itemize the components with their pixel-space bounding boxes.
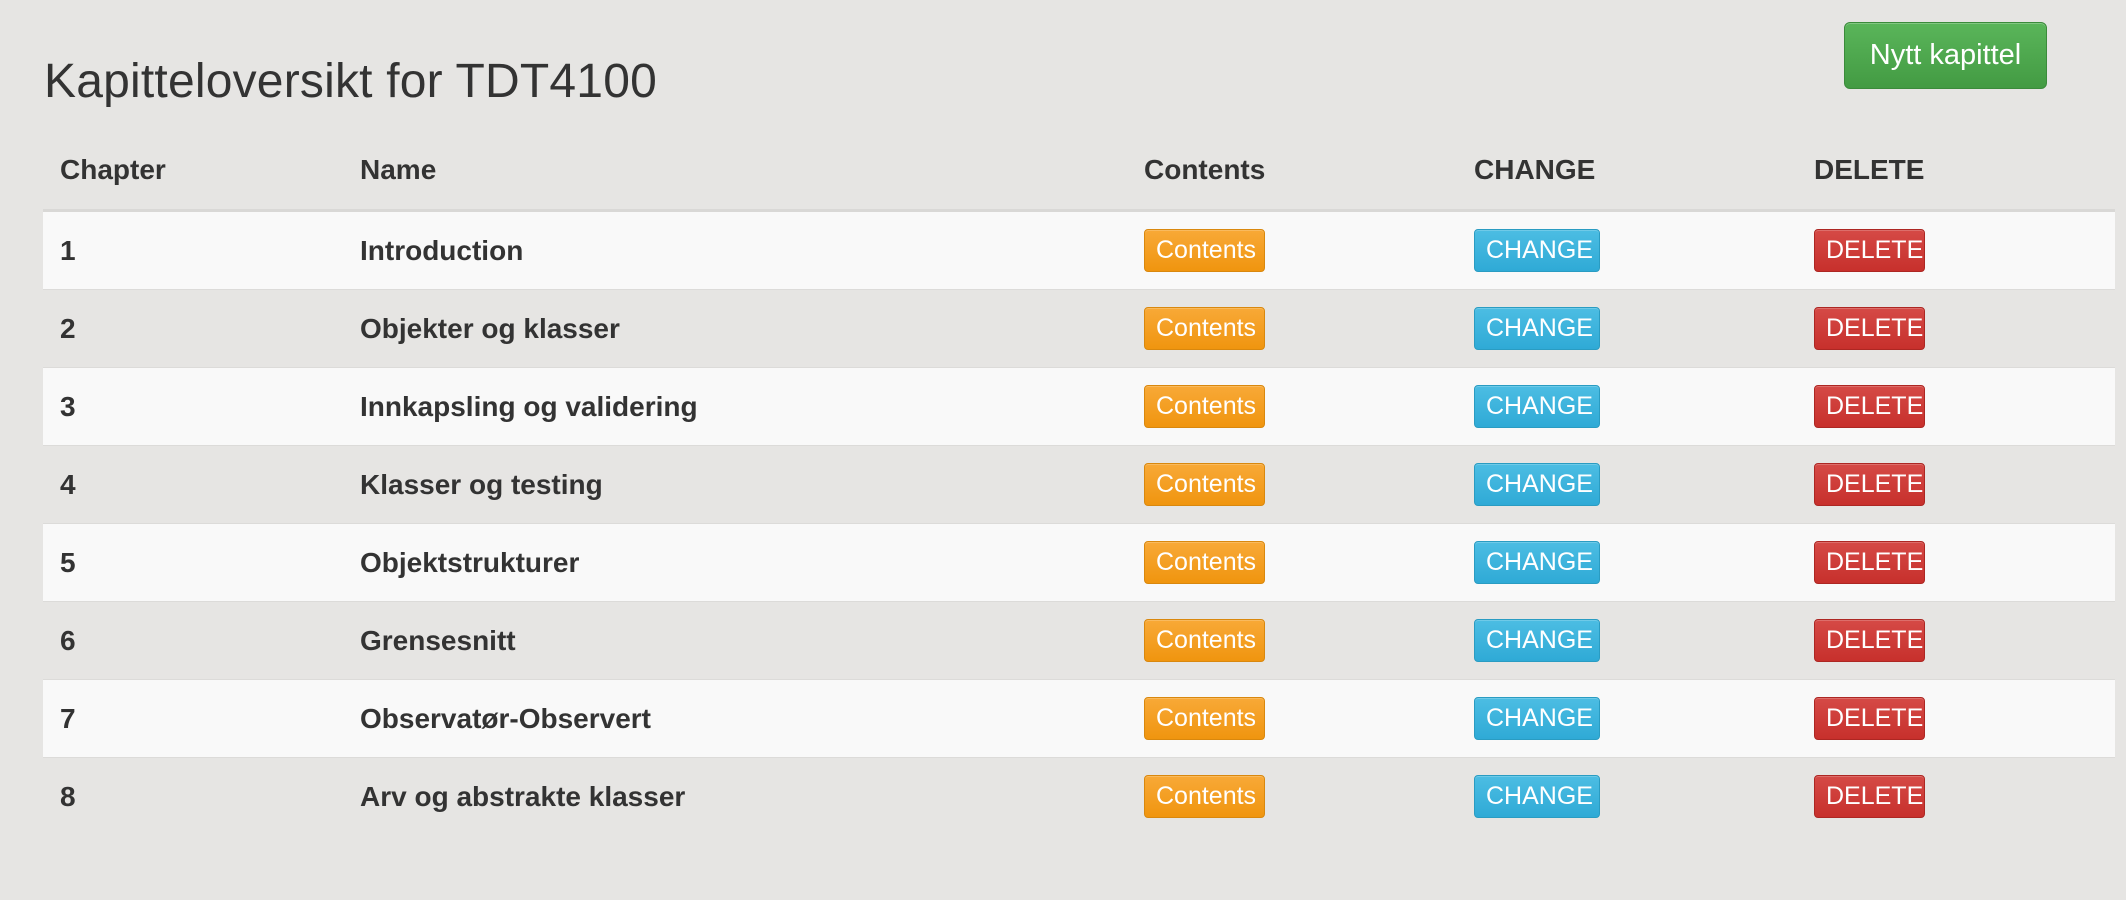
delete-cell: DELETE	[1797, 289, 2115, 368]
change-cell: CHANGE	[1457, 679, 1797, 758]
header-row: Chapter Name Contents CHANGE DELETE	[43, 131, 2115, 212]
table-row: 7 Observatør-Observert Contents CHANGE D…	[43, 679, 2115, 758]
contents-cell: Contents	[1127, 679, 1457, 758]
contents-button[interactable]: Contents	[1144, 775, 1265, 818]
header-chapter: Chapter	[43, 131, 343, 212]
change-cell: CHANGE	[1457, 523, 1797, 602]
change-button[interactable]: CHANGE	[1474, 463, 1600, 506]
delete-cell: DELETE	[1797, 757, 2115, 835]
table-row: 1 Introduction Contents CHANGE DELETE	[43, 210, 2115, 290]
delete-cell: DELETE	[1797, 601, 2115, 680]
delete-button[interactable]: DELETE	[1814, 229, 1925, 272]
delete-button[interactable]: DELETE	[1814, 775, 1925, 818]
chapter-number: 1	[43, 210, 343, 290]
chapter-number: 2	[43, 289, 343, 368]
table-row: 2 Objekter og klasser Contents CHANGE DE…	[43, 289, 2115, 368]
table-body: 1 Introduction Contents CHANGE DELETE 2 …	[43, 210, 2115, 835]
change-cell: CHANGE	[1457, 289, 1797, 368]
table-row: 8 Arv og abstrakte klasser Contents CHAN…	[43, 757, 2115, 835]
delete-button[interactable]: DELETE	[1814, 385, 1925, 428]
table-row: 6 Grensesnitt Contents CHANGE DELETE	[43, 601, 2115, 680]
contents-cell: Contents	[1127, 289, 1457, 368]
delete-button[interactable]: DELETE	[1814, 619, 1925, 662]
table-row: 3 Innkapsling og validering Contents CHA…	[43, 367, 2115, 446]
chapter-number: 5	[43, 523, 343, 602]
header-change: CHANGE	[1457, 131, 1797, 212]
chapter-name: Innkapsling og validering	[343, 367, 1127, 446]
change-cell: CHANGE	[1457, 210, 1797, 290]
contents-cell: Contents	[1127, 367, 1457, 446]
change-button[interactable]: CHANGE	[1474, 775, 1600, 818]
new-chapter-button[interactable]: Nytt kapittel	[1844, 22, 2047, 89]
delete-button[interactable]: DELETE	[1814, 463, 1925, 506]
contents-cell: Contents	[1127, 210, 1457, 290]
chapter-name: Grensesnitt	[343, 601, 1127, 680]
chapter-table: Chapter Name Contents CHANGE DELETE 1 In…	[43, 131, 2115, 835]
delete-cell: DELETE	[1797, 445, 2115, 524]
table-row: 5 Objektstrukturer Contents CHANGE DELET…	[43, 523, 2115, 602]
chapter-number: 6	[43, 601, 343, 680]
chapter-number: 8	[43, 757, 343, 835]
page-title: Kapitteloversikt for TDT4100	[44, 55, 657, 108]
chapter-name: Introduction	[343, 210, 1127, 290]
delete-cell: DELETE	[1797, 367, 2115, 446]
change-cell: CHANGE	[1457, 445, 1797, 524]
change-cell: CHANGE	[1457, 367, 1797, 446]
delete-cell: DELETE	[1797, 679, 2115, 758]
contents-cell: Contents	[1127, 757, 1457, 835]
chapter-name: Objektstrukturer	[343, 523, 1127, 602]
change-cell: CHANGE	[1457, 757, 1797, 835]
contents-cell: Contents	[1127, 523, 1457, 602]
contents-button[interactable]: Contents	[1144, 541, 1265, 584]
header-contents: Contents	[1127, 131, 1457, 212]
delete-cell: DELETE	[1797, 523, 2115, 602]
header-delete: DELETE	[1797, 131, 2115, 212]
chapter-number: 7	[43, 679, 343, 758]
contents-button[interactable]: Contents	[1144, 307, 1265, 350]
chapter-name: Observatør-Observert	[343, 679, 1127, 758]
contents-button[interactable]: Contents	[1144, 463, 1265, 506]
change-button[interactable]: CHANGE	[1474, 619, 1600, 662]
change-button[interactable]: CHANGE	[1474, 541, 1600, 584]
change-cell: CHANGE	[1457, 601, 1797, 680]
change-button[interactable]: CHANGE	[1474, 385, 1600, 428]
contents-cell: Contents	[1127, 445, 1457, 524]
contents-button[interactable]: Contents	[1144, 385, 1265, 428]
delete-cell: DELETE	[1797, 210, 2115, 290]
table-row: 4 Klasser og testing Contents CHANGE DEL…	[43, 445, 2115, 524]
change-button[interactable]: CHANGE	[1474, 229, 1600, 272]
chapter-number: 4	[43, 445, 343, 524]
contents-button[interactable]: Contents	[1144, 229, 1265, 272]
header-name: Name	[343, 131, 1127, 212]
delete-button[interactable]: DELETE	[1814, 307, 1925, 350]
contents-button[interactable]: Contents	[1144, 619, 1265, 662]
delete-button[interactable]: DELETE	[1814, 541, 1925, 584]
delete-button[interactable]: DELETE	[1814, 697, 1925, 740]
table-header: Chapter Name Contents CHANGE DELETE	[43, 131, 2115, 212]
change-button[interactable]: CHANGE	[1474, 697, 1600, 740]
chapter-name: Klasser og testing	[343, 445, 1127, 524]
chapter-name: Objekter og klasser	[343, 289, 1127, 368]
chapter-name: Arv og abstrakte klasser	[343, 757, 1127, 835]
contents-cell: Contents	[1127, 601, 1457, 680]
change-button[interactable]: CHANGE	[1474, 307, 1600, 350]
chapter-number: 3	[43, 367, 343, 446]
contents-button[interactable]: Contents	[1144, 697, 1265, 740]
